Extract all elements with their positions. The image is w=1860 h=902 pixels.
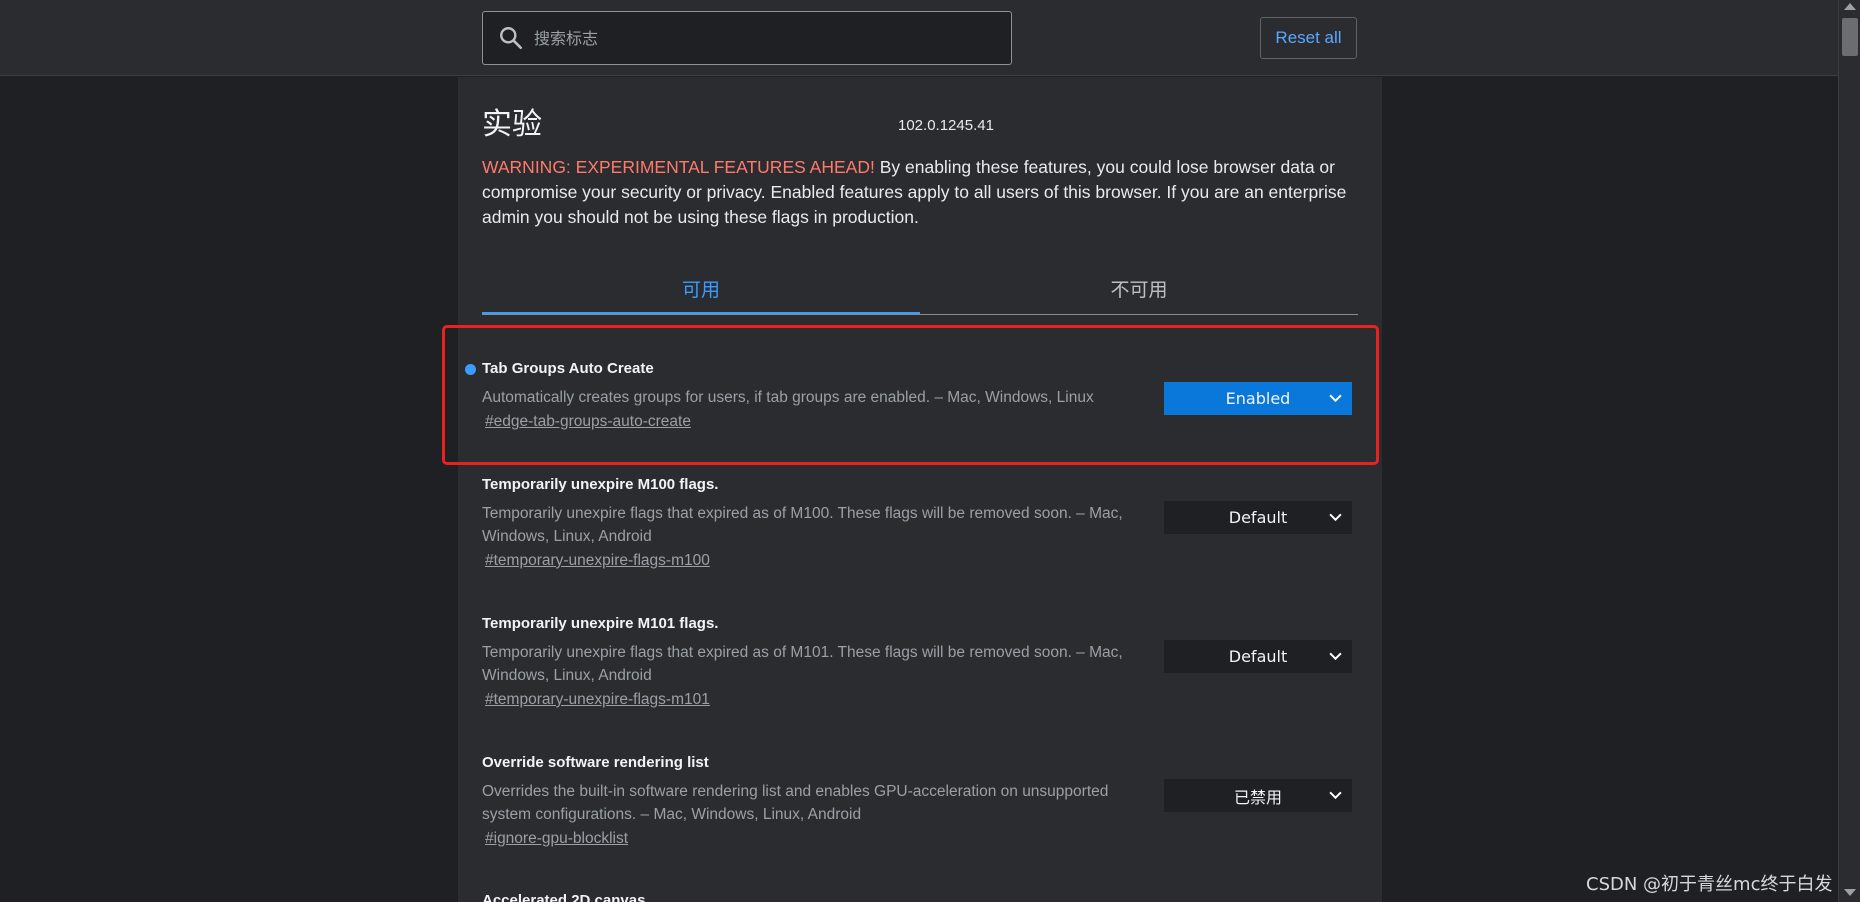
experiment-link[interactable]: #temporary-unexpire-flags-m100 — [485, 552, 710, 570]
select-value: Enabled — [1225, 389, 1291, 408]
watermark: CSDN @初于青丝mc终于白发 — [1586, 874, 1833, 895]
scroll-up-arrow-icon[interactable] — [1844, 3, 1856, 10]
experiment-unexpire-m100: Temporarily unexpire M100 flags. Tempora… — [482, 476, 1362, 570]
experiment-title: Temporarily unexpire M101 flags. — [482, 615, 719, 632]
search-icon — [500, 27, 523, 50]
select-value: Default — [1228, 647, 1288, 666]
experiment-title: Override software rendering list — [482, 754, 709, 771]
flags-page: Reset all 实验 102.0.1245.41 WARNING: EXPE… — [0, 0, 1860, 902]
vertical-scrollbar[interactable] — [1838, 0, 1860, 902]
tab-available[interactable]: 可用 — [482, 267, 920, 314]
chevron-down-icon — [1329, 513, 1342, 522]
experiment-state-select[interactable]: 已禁用 — [1164, 779, 1352, 812]
modified-indicator-dot — [465, 364, 476, 375]
search-input[interactable] — [524, 12, 1011, 64]
tab-unavailable[interactable]: 不可用 — [920, 267, 1358, 314]
experiment-link[interactable]: #edge-tab-groups-auto-create — [485, 413, 691, 431]
experiment-link[interactable]: #ignore-gpu-blocklist — [485, 830, 628, 848]
chevron-down-icon — [1329, 652, 1342, 661]
warning-label: WARNING: EXPERIMENTAL FEATURES AHEAD! — [482, 157, 875, 177]
version-number: 102.0.1245.41 — [898, 117, 994, 134]
experiment-ignore-gpu-blocklist: Override software rendering list Overrid… — [482, 754, 1362, 848]
scrollbar-thumb[interactable] — [1842, 18, 1858, 56]
experiment-title: Tab Groups Auto Create — [482, 360, 654, 377]
experiment-unexpire-m101: Temporarily unexpire M101 flags. Tempora… — [482, 615, 1362, 709]
chevron-down-icon — [1329, 791, 1342, 800]
experiment-description: Temporarily unexpire flags that expired … — [482, 644, 1123, 684]
experiment-title: Temporarily unexpire M100 flags. — [482, 476, 719, 493]
experiment-state-select[interactable]: Default — [1164, 501, 1352, 534]
header-bar: Reset all — [0, 0, 1838, 76]
page-title: 实验 — [482, 107, 542, 142]
experiment-title: Accelerated 2D canvas — [482, 892, 646, 902]
experiment-description: Automatically creates groups for users, … — [482, 389, 1094, 406]
experiment-accelerated-2d-canvas: Accelerated 2D canvas — [482, 892, 1362, 902]
select-value: Default — [1228, 508, 1288, 527]
scroll-down-arrow-icon[interactable] — [1844, 889, 1856, 896]
experiment-description: Temporarily unexpire flags that expired … — [482, 505, 1123, 545]
tab-bar: 可用 不可用 — [482, 267, 1358, 315]
experiment-state-select[interactable]: Enabled — [1164, 382, 1352, 415]
chevron-down-icon — [1329, 394, 1342, 403]
experiment-state-select[interactable]: Default — [1164, 640, 1352, 673]
select-value: 已禁用 — [1233, 787, 1282, 807]
search-box[interactable] — [482, 11, 1012, 65]
experiment-link[interactable]: #temporary-unexpire-flags-m101 — [485, 691, 710, 709]
warning-message: WARNING: EXPERIMENTAL FEATURES AHEAD! By… — [482, 155, 1362, 230]
experiment-description: Overrides the built-in software renderin… — [482, 783, 1109, 823]
main-panel: 实验 102.0.1245.41 WARNING: EXPERIMENTAL F… — [458, 77, 1382, 902]
reset-all-button[interactable]: Reset all — [1260, 17, 1357, 59]
experiment-tab-groups-auto-create: Tab Groups Auto Create Automatically cre… — [465, 360, 1362, 431]
